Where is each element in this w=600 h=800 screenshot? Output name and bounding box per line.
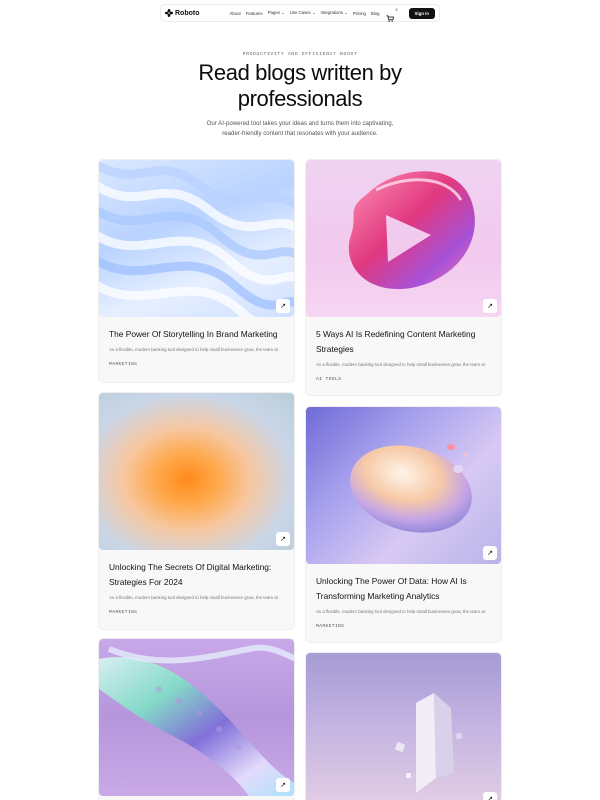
open-post-button[interactable]: ↗ xyxy=(483,299,497,313)
arrow-up-right-icon: ↗ xyxy=(487,550,493,557)
post-title[interactable]: 5 Ways AI Is Redefining Content Marketin… xyxy=(316,327,491,357)
blog-card[interactable]: ↗ Unlocking The Secrets Of Digital Marke… xyxy=(98,392,295,630)
post-tag: MARKETING xyxy=(316,623,345,629)
post-tag: MARKETING xyxy=(109,609,138,615)
nav-item-about[interactable]: About xyxy=(230,11,241,16)
blog-image-blue-waves: ↗ xyxy=(99,160,294,317)
post-excerpt: As a flexible, modern banking tool desig… xyxy=(316,609,485,614)
blog-card[interactable]: ↗ Unlocking The Power Of Data: How AI Is… xyxy=(305,406,502,643)
chevron-down-icon: ⌄ xyxy=(310,10,316,15)
chevron-down-icon: ⌄ xyxy=(342,10,348,15)
cart-button[interactable]: 0 xyxy=(386,8,398,22)
plus-logo-icon xyxy=(165,9,173,17)
blog-image-orange-gradient-orb: ↗ xyxy=(99,393,294,550)
nav-item-blog[interactable]: Blog xyxy=(371,11,380,16)
nav-item-use-cases[interactable]: Use Cases ⌄ xyxy=(290,10,316,16)
nav-item-use-cases-label: Use Cases xyxy=(289,10,311,15)
nav-item-integrations[interactable]: Integrations ⌄ xyxy=(321,10,348,16)
blog-card[interactable]: ↗ The Power Of Storytelling In Brand Mar… xyxy=(98,159,295,383)
nav-item-pages-label: Pages xyxy=(267,10,280,15)
page-title: Read blogs written by professionals xyxy=(198,60,402,111)
nav-item-pricing[interactable]: Pricing xyxy=(353,11,366,16)
open-post-button[interactable]: ↗ xyxy=(483,792,497,800)
post-title[interactable]: The Power Of Storytelling In Brand Marke… xyxy=(109,327,284,342)
post-title[interactable]: Unlocking The Secrets Of Digital Marketi… xyxy=(109,560,284,590)
post-excerpt: As a flexible, modern banking tool desig… xyxy=(109,595,278,600)
chevron-down-icon: ⌄ xyxy=(279,10,285,15)
nav-item-integrations-label: Integrations xyxy=(320,10,343,15)
arrow-up-right-icon: ↗ xyxy=(487,796,493,800)
post-excerpt: As a flexible, modern banking tool desig… xyxy=(316,362,485,367)
arrow-up-right-icon: ↗ xyxy=(280,536,286,543)
open-post-button[interactable]: ↗ xyxy=(276,299,290,313)
cart-count: 0 xyxy=(395,8,398,12)
arrow-up-right-icon: ↗ xyxy=(280,303,286,310)
brand-logo[interactable]: Roboto xyxy=(165,9,200,17)
top-navbar: Roboto About Features Pages ⌄ Use Cases … xyxy=(160,4,440,22)
blog-card[interactable]: ↗ xyxy=(98,638,295,800)
cart-icon xyxy=(386,15,394,22)
blog-card[interactable]: ↗ 5 Ways AI Is Redefining Content Market… xyxy=(305,159,502,396)
arrow-up-right-icon: ↗ xyxy=(487,303,493,310)
open-post-button[interactable]: ↗ xyxy=(276,778,290,792)
open-post-button[interactable]: ↗ xyxy=(483,546,497,560)
open-post-button[interactable]: ↗ xyxy=(276,532,290,546)
post-tag: AI TOOLS xyxy=(316,376,342,382)
blog-image-lilac-shapes: ↗ xyxy=(306,653,501,800)
blog-image-pink-glass-ring: ↗ xyxy=(306,160,501,317)
sign-in-button[interactable]: Sign In xyxy=(408,7,435,19)
post-excerpt: As a flexible, modern banking tool desig… xyxy=(109,347,278,352)
nav-item-pages[interactable]: Pages ⌄ xyxy=(268,10,285,16)
hero-subtitle: Our AI-powered tool takes your ideas and… xyxy=(206,120,394,137)
post-tag: MARKETING xyxy=(109,361,138,367)
nav-item-features[interactable]: Features xyxy=(246,11,263,16)
blog-card[interactable]: ↗ xyxy=(305,652,502,800)
nav-menu: About Features Pages ⌄ Use Cases ⌄ Integ… xyxy=(230,10,380,16)
blog-image-iridescent-egg: ↗ xyxy=(306,407,501,564)
arrow-up-right-icon: ↗ xyxy=(280,782,286,789)
post-title[interactable]: Unlocking The Power Of Data: How AI Is T… xyxy=(316,574,491,604)
hero-eyebrow: PRODUCTIVITY AND EFFICIENCY BOOST xyxy=(242,52,358,57)
blog-image-holographic-twist: ↗ xyxy=(99,639,294,796)
brand-name: Roboto xyxy=(175,9,200,17)
